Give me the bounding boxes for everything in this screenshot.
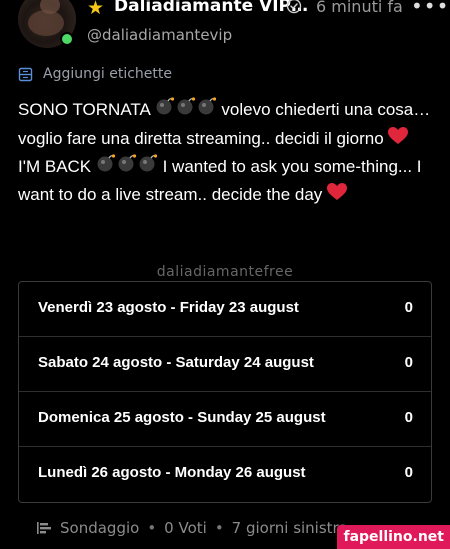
poll-option-votes: 0 bbox=[404, 299, 413, 316]
post-text-1a: SONO TORNATA bbox=[18, 100, 150, 119]
poll-option-votes: 0 bbox=[404, 464, 413, 481]
add-tags-button[interactable]: Aggiungi etichette bbox=[18, 64, 172, 84]
poll-option-label: Lunedì 26 agosto - Monday 26 august bbox=[38, 464, 306, 481]
poll-option-4[interactable]: Lunedì 26 agosto - Monday 26 august 0 bbox=[19, 447, 431, 501]
post-paragraph-italian: SONO TORNATA volevo chiederti una cosa… … bbox=[18, 96, 432, 153]
avatar[interactable] bbox=[18, 0, 76, 48]
poll-option-votes: 0 bbox=[404, 409, 413, 426]
poll-votes-total: 0 Voti bbox=[164, 519, 207, 537]
site-watermark: fapellino.net bbox=[337, 525, 450, 549]
post-header: ★ Daliadiamante VIP… 6 minuti fa ••• @da… bbox=[0, 0, 450, 56]
poll-option-1[interactable]: Venerdì 23 agosto - Friday 23 august 0 bbox=[19, 282, 431, 337]
add-tags-label: Aggiungi etichette bbox=[43, 66, 172, 82]
poll-icon bbox=[37, 522, 51, 534]
post-time: 6 minuti fa bbox=[316, 0, 403, 16]
post-body: SONO TORNATA volevo chiederti una cosa… … bbox=[18, 96, 432, 210]
star-icon: ★ bbox=[87, 0, 105, 19]
separator-dot: • bbox=[214, 519, 224, 537]
poll-time-remaining: 7 giorni sinistra bbox=[231, 519, 348, 537]
separator-dot: • bbox=[147, 519, 157, 537]
poll-option-votes: 0 bbox=[404, 354, 413, 371]
poll-footer: Sondaggio • 0 Voti • 7 giorni sinistra bbox=[36, 518, 348, 538]
poll: Venerdì 23 agosto - Friday 23 august 0 S… bbox=[18, 281, 432, 503]
poll-option-label: Venerdì 23 agosto - Friday 23 august bbox=[38, 299, 299, 316]
bomb-icon bbox=[96, 153, 158, 181]
post-text-2a: I'M BACK bbox=[18, 156, 92, 176]
watermark-text: daliadiamantefree bbox=[156, 264, 294, 280]
poll-option-2[interactable]: Sabato 24 agosto - Saturday 24 august 0 bbox=[19, 337, 431, 392]
more-options-icon[interactable]: ••• bbox=[411, 0, 449, 18]
poll-option-3[interactable]: Domenica 25 agosto - Sunday 25 august 0 bbox=[19, 392, 431, 447]
bomb-icon bbox=[155, 96, 217, 124]
heart-icon bbox=[388, 126, 409, 153]
post-paragraph-english: I'M BACK I wanted to ask you some-thing.… bbox=[18, 153, 432, 210]
poll-option-label: Sabato 24 agosto - Saturday 24 august bbox=[38, 354, 314, 371]
tag-icon bbox=[18, 67, 33, 81]
display-name[interactable]: Daliadiamante VIP… bbox=[114, 0, 308, 16]
username[interactable]: @daliadiamantevip bbox=[87, 26, 232, 44]
verified-icon bbox=[286, 0, 302, 14]
heart-icon bbox=[327, 182, 348, 209]
online-status-dot bbox=[60, 32, 74, 46]
poll-type: Sondaggio bbox=[60, 519, 140, 537]
poll-option-label: Domenica 25 agosto - Sunday 25 august bbox=[38, 409, 326, 426]
